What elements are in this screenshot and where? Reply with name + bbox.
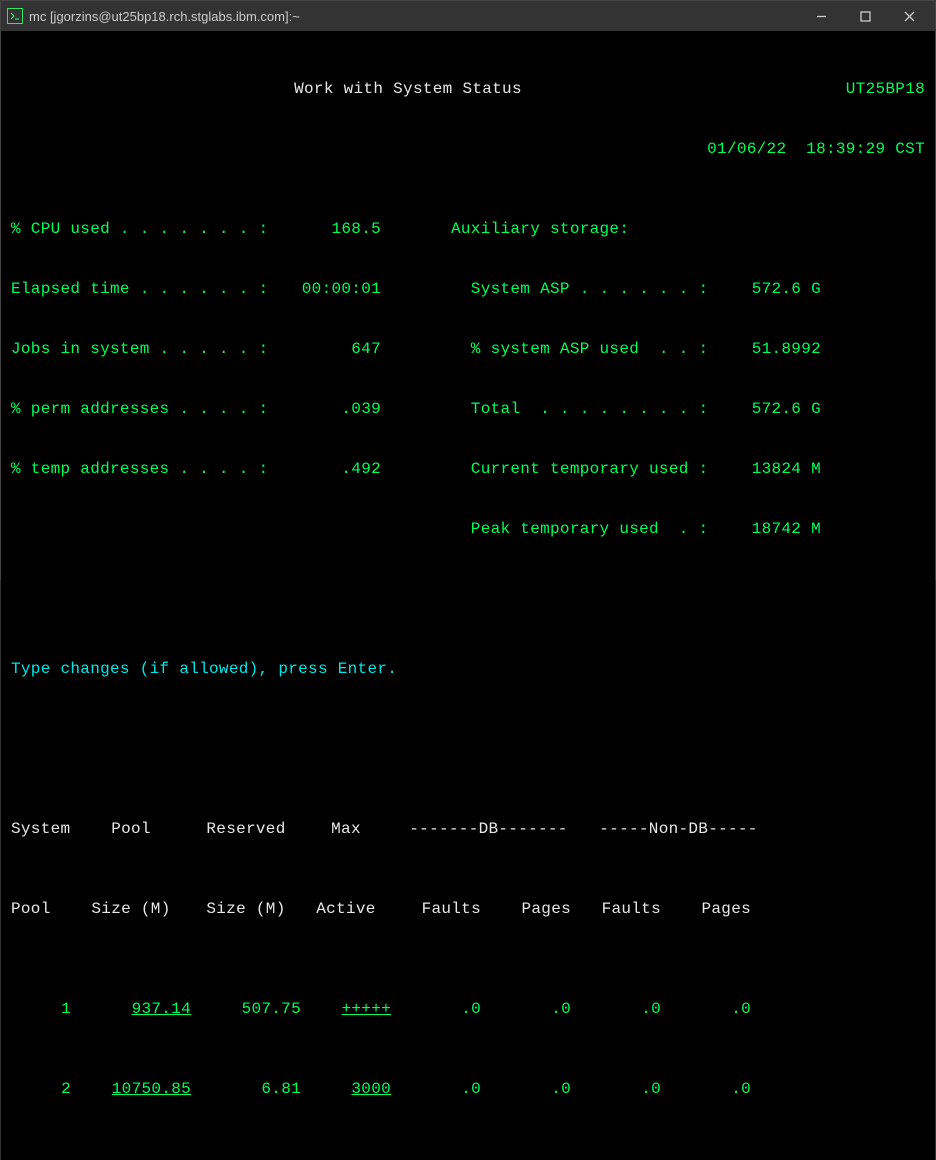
- system-name: UT25BP18: [805, 79, 925, 99]
- peak-tmp-value: 18742 M: [711, 519, 821, 539]
- terminal-icon: [7, 8, 23, 24]
- pct-asp-label: % system ASP used . . :: [451, 339, 711, 359]
- cpu-label: % CPU used . . . . . . . :: [11, 219, 281, 239]
- type-changes-prompt: Type changes (if allowed), press Enter.: [11, 659, 925, 679]
- jobs-label: Jobs in system . . . . . :: [11, 339, 281, 359]
- window: mc [jgorzins@ut25bp18.rch.stglabs.ibm.co…: [0, 0, 936, 580]
- cur-tmp-label: Current temporary used :: [451, 459, 711, 479]
- reserved-size: 507.75: [191, 999, 301, 1019]
- pool-size-input[interactable]: 10750.85: [112, 1080, 191, 1098]
- db-pages: .0: [481, 1159, 571, 1160]
- aux-header: Auxiliary storage:: [451, 219, 711, 239]
- table-header-row2: Pool Size (M) Size (M) Active Faults Pag…: [11, 899, 925, 919]
- nondb-pages: .0: [661, 1079, 751, 1099]
- db-pages: .0: [481, 1079, 571, 1099]
- max-active-input[interactable]: +++++: [341, 1000, 391, 1018]
- nondb-pages: .0: [661, 999, 751, 1019]
- nondb-pages: .0: [661, 1159, 751, 1160]
- elapsed-label: Elapsed time . . . . . . :: [11, 279, 281, 299]
- cpu-value: 168.5: [281, 219, 381, 239]
- table-row: 1 937.14 507.75 +++++ .0 .0 .0 .0: [11, 999, 925, 1019]
- nondb-faults: .0: [571, 999, 661, 1019]
- screen-title: Work with System Status: [11, 79, 805, 99]
- table-row: 2 10750.85 6.81 3000 .0 .0 .0 .0: [11, 1079, 925, 1099]
- window-title: mc [jgorzins@ut25bp18.rch.stglabs.ibm.co…: [29, 9, 799, 24]
- close-button[interactable]: [887, 1, 931, 31]
- cur-tmp-value: 13824 M: [711, 459, 821, 479]
- sys-asp-label: System ASP . . . . . . :: [451, 279, 711, 299]
- db-pages: .0: [481, 999, 571, 1019]
- pool-id: 3: [11, 1159, 71, 1160]
- db-faults: .0: [391, 1079, 481, 1099]
- pct-asp-value: 51.8992: [711, 339, 821, 359]
- pool-id: 2: [11, 1079, 71, 1099]
- temp-value: .492: [281, 459, 381, 479]
- jobs-value: 647: [281, 339, 381, 359]
- elapsed-value: 00:00:01: [281, 279, 381, 299]
- db-faults: .0: [391, 1159, 481, 1160]
- table-row: 3 100.00 .00 5 .0 .0 .0 .0: [11, 1159, 925, 1160]
- minimize-button[interactable]: [799, 1, 843, 31]
- temp-label: % temp addresses . . . . :: [11, 459, 281, 479]
- reserved-size: 6.81: [191, 1079, 301, 1099]
- time: 18:39:29 CST: [806, 140, 925, 158]
- max-active-input[interactable]: 3000: [351, 1080, 391, 1098]
- total-label: Total . . . . . . . . :: [451, 399, 711, 419]
- maximize-button[interactable]: [843, 1, 887, 31]
- pool-size-input[interactable]: 937.14: [132, 1000, 191, 1018]
- nondb-faults: .0: [571, 1159, 661, 1160]
- date: 01/06/22: [707, 140, 786, 158]
- reserved-size: .00: [191, 1159, 301, 1160]
- db-faults: .0: [391, 999, 481, 1019]
- perm-label: % perm addresses . . . . :: [11, 399, 281, 419]
- table-header-row1: System Pool Reserved Max -------DB------…: [11, 819, 925, 839]
- terminal-screen[interactable]: Work with System Status UT25BP18 01/06/2…: [1, 31, 935, 1160]
- titlebar: mc [jgorzins@ut25bp18.rch.stglabs.ibm.co…: [1, 1, 935, 31]
- nondb-faults: .0: [571, 1079, 661, 1099]
- perm-value: .039: [281, 399, 381, 419]
- peak-tmp-label: Peak temporary used . :: [451, 519, 711, 539]
- sys-asp-value: 572.6 G: [711, 279, 821, 299]
- total-value: 572.6 G: [711, 399, 821, 419]
- pool-id: 1: [11, 999, 71, 1019]
